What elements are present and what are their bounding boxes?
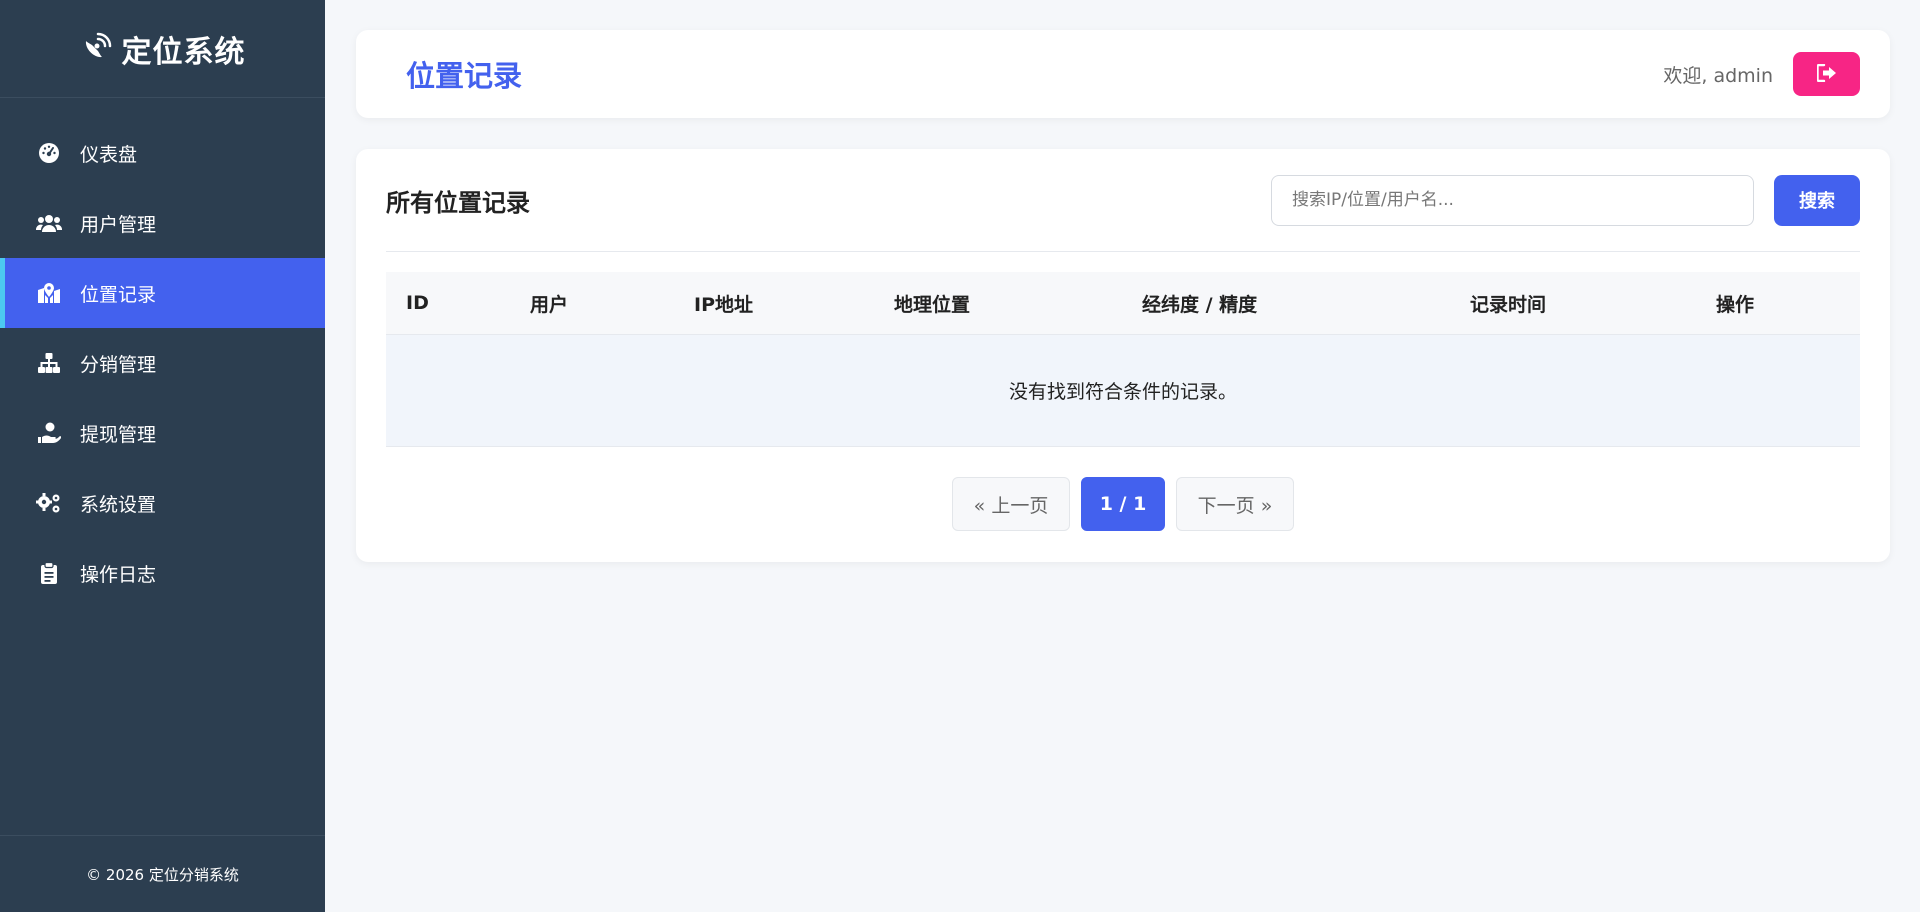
next-page-button[interactable]: 下一页 » [1176,477,1294,531]
brand-title: 定位系统 [121,34,246,70]
satellite-dish-icon [80,31,112,67]
column-header-user: 用户 [530,293,569,316]
header-user-area: 欢迎, admin [1663,52,1860,96]
sidebar-item-users[interactable]: 用户管理 [0,188,325,258]
column-header-actions: 操作 [1716,293,1755,316]
column-header-id: ID [406,292,429,314]
prev-page-button[interactable]: « 上一页 [952,477,1070,531]
column-header-coordinates: 经纬度 / 精度 [1142,293,1258,316]
logout-button[interactable] [1793,52,1860,96]
dashboard-icon [36,140,62,166]
header-bar: 位置记录 欢迎, admin [356,30,1890,118]
sidebar-item-dashboard[interactable]: 仪表盘 [0,118,325,188]
clipboard-icon [36,560,62,586]
sidebar-item-label: 位置记录 [80,283,157,306]
sidebar-item-label: 提现管理 [80,423,157,446]
sidebar-item-label: 分销管理 [80,353,157,376]
records-table: ID 用户 IP地址 地理位置 经纬度 / 精度 记录时间 操作 没有找到符合条… [386,272,1860,447]
sidebar-item-settings[interactable]: 系统设置 [0,468,325,538]
card-title: 所有位置记录 [386,188,530,217]
sidebar-item-distribution[interactable]: 分销管理 [0,328,325,398]
sidebar-item-label: 操作日志 [80,563,157,586]
map-location-icon [36,280,62,306]
table-header: ID 用户 IP地址 地理位置 经纬度 / 精度 记录时间 操作 [386,272,1860,335]
sitemap-icon [36,350,62,376]
users-icon [36,210,62,236]
current-page-indicator[interactable]: 1 / 1 [1081,477,1165,531]
gears-icon [36,490,62,516]
welcome-text: 欢迎, admin [1663,64,1773,87]
sidebar-nav: 仪表盘 用户管理 位置记录 分销管理 提现管理 系统设置 操作日志 [0,98,325,608]
page-title: 位置记录 [406,59,523,93]
column-header-location: 地理位置 [894,293,971,316]
column-header-record-time: 记录时间 [1470,293,1547,316]
pagination: « 上一页 1 / 1 下一页 » [386,477,1860,531]
sidebar-item-location-records[interactable]: 位置记录 [0,258,325,328]
card-header: 所有位置记录 搜索 [386,149,1860,252]
search-input[interactable] [1271,174,1754,226]
sidebar-footer: © 2026 定位分销系统 [0,835,325,912]
search-bar: 搜索 [1271,174,1860,226]
brand: 定位系统 [0,0,325,98]
sidebar-item-label: 用户管理 [80,213,157,236]
sign-out-icon [1815,63,1837,85]
sidebar-item-withdrawal[interactable]: 提现管理 [0,398,325,468]
hand-money-icon [36,420,62,446]
sidebar-item-label: 系统设置 [80,493,157,516]
empty-message: 没有找到符合条件的记录。 [386,335,1860,447]
records-card: 所有位置记录 搜索 ID 用户 IP地址 地理位置 经纬度 / 精度 记录时间 … [356,149,1890,562]
sidebar-item-label: 仪表盘 [80,143,138,166]
search-button[interactable]: 搜索 [1774,174,1860,226]
column-header-ip: IP地址 [694,293,753,316]
sidebar-item-operation-log[interactable]: 操作日志 [0,538,325,608]
sidebar: 定位系统 仪表盘 用户管理 位置记录 分销管理 提现管理 系统设置 操作日志 ©… [0,0,325,912]
